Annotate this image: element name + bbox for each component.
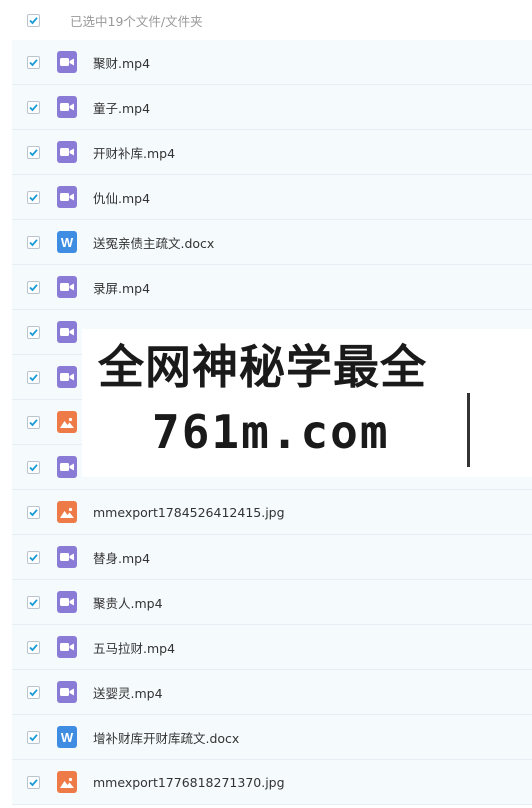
file-row[interactable]: 仇仙.mp4: [12, 175, 532, 220]
watermark-line2: 761m.com: [152, 405, 390, 459]
check-icon: [29, 58, 38, 66]
file-row[interactable]: 童子.mp4: [12, 85, 532, 130]
file-name[interactable]: 仇仙.mp4: [93, 188, 150, 207]
file-checkbox[interactable]: [27, 730, 40, 744]
file-checkbox[interactable]: [27, 775, 40, 789]
video-file-icon: [57, 51, 77, 73]
check-icon: [29, 418, 38, 426]
file-name[interactable]: 五马拉财.mp4: [93, 638, 175, 657]
check-icon: [29, 688, 38, 696]
check-icon: [29, 778, 38, 786]
file-name[interactable]: 录屏.mp4: [93, 278, 150, 297]
word-file-icon: W: [57, 726, 77, 748]
video-file-icon: [57, 141, 77, 163]
check-icon: [29, 16, 38, 24]
check-icon: [29, 643, 38, 651]
file-row[interactable]: mmexport1784526412415.jpg: [12, 490, 532, 535]
file-checkbox[interactable]: [27, 235, 40, 249]
file-checkbox[interactable]: [27, 460, 40, 474]
file-row[interactable]: W 增补财库开财库疏文.docx: [12, 715, 532, 760]
check-icon: [29, 148, 38, 156]
video-file-icon: [57, 546, 77, 568]
file-checkbox[interactable]: [27, 100, 40, 114]
video-file-icon: [57, 636, 77, 658]
word-file-icon: W: [57, 231, 77, 253]
file-name[interactable]: 送婴灵.mp4: [93, 683, 163, 702]
file-name[interactable]: 增补财库开财库疏文.docx: [93, 728, 239, 747]
file-row[interactable]: mmexport1776818271370.jpg: [12, 760, 532, 805]
video-file-icon: [57, 96, 77, 118]
file-name[interactable]: 童子.mp4: [93, 98, 150, 117]
file-row[interactable]: 聚贵人.mp4: [12, 580, 532, 625]
check-icon: [29, 103, 38, 111]
file-row[interactable]: 替身.mp4: [12, 535, 532, 580]
file-checkbox[interactable]: [27, 370, 40, 384]
file-name[interactable]: 聚财.mp4: [93, 53, 150, 72]
file-checkbox[interactable]: [27, 595, 40, 609]
file-row[interactable]: 聚财.mp4: [12, 40, 532, 85]
check-icon: [29, 373, 38, 381]
video-file-icon: [57, 366, 77, 388]
file-name[interactable]: 替身.mp4: [93, 548, 150, 567]
file-checkbox[interactable]: [27, 280, 40, 294]
check-icon: [29, 328, 38, 336]
watermark-line1: 全网神秘学最全: [98, 340, 427, 394]
check-icon: [29, 283, 38, 291]
video-file-icon: [57, 276, 77, 298]
file-row[interactable]: 录屏.mp4: [12, 265, 532, 310]
image-file-icon: [57, 771, 77, 793]
file-row[interactable]: W 送冤亲债主疏文.docx: [12, 220, 532, 265]
file-name[interactable]: 聚贵人.mp4: [93, 593, 163, 612]
check-icon: [29, 238, 38, 246]
file-checkbox[interactable]: [27, 685, 40, 699]
image-file-icon: [57, 411, 77, 433]
file-row[interactable]: 送婴灵.mp4: [12, 670, 532, 715]
file-name[interactable]: mmexport1776818271370.jpg: [93, 775, 285, 790]
file-checkbox[interactable]: [27, 415, 40, 429]
file-checkbox[interactable]: [27, 325, 40, 339]
file-checkbox[interactable]: [27, 640, 40, 654]
file-row[interactable]: 五马拉财.mp4: [12, 625, 532, 670]
video-file-icon: [57, 321, 77, 343]
video-file-icon: [57, 186, 77, 208]
selection-header: 已选中19个文件/文件夹: [0, 0, 532, 40]
selection-count: 已选中19个文件/文件夹: [70, 13, 203, 29]
file-row[interactable]: 开财补库.mp4: [12, 130, 532, 175]
check-icon: [29, 733, 38, 741]
watermark-bar: [467, 393, 470, 467]
video-file-icon: [57, 456, 77, 478]
file-name[interactable]: mmexport1784526412415.jpg: [93, 505, 285, 520]
check-icon: [29, 508, 38, 516]
file-name[interactable]: 开财补库.mp4: [93, 143, 175, 162]
image-file-icon: [57, 501, 77, 523]
file-checkbox[interactable]: [27, 505, 40, 519]
file-checkbox[interactable]: [27, 55, 40, 69]
check-icon: [29, 193, 38, 201]
watermark-overlay: 全网神秘学最全 761m.com: [82, 329, 532, 477]
file-checkbox[interactable]: [27, 550, 40, 564]
file-checkbox[interactable]: [27, 145, 40, 159]
file-name[interactable]: 送冤亲债主疏文.docx: [93, 233, 214, 252]
file-checkbox[interactable]: [27, 190, 40, 204]
video-file-icon: [57, 681, 77, 703]
select-all-checkbox[interactable]: [27, 13, 40, 27]
check-icon: [29, 463, 38, 471]
check-icon: [29, 598, 38, 606]
video-file-icon: [57, 591, 77, 613]
check-icon: [29, 553, 38, 561]
